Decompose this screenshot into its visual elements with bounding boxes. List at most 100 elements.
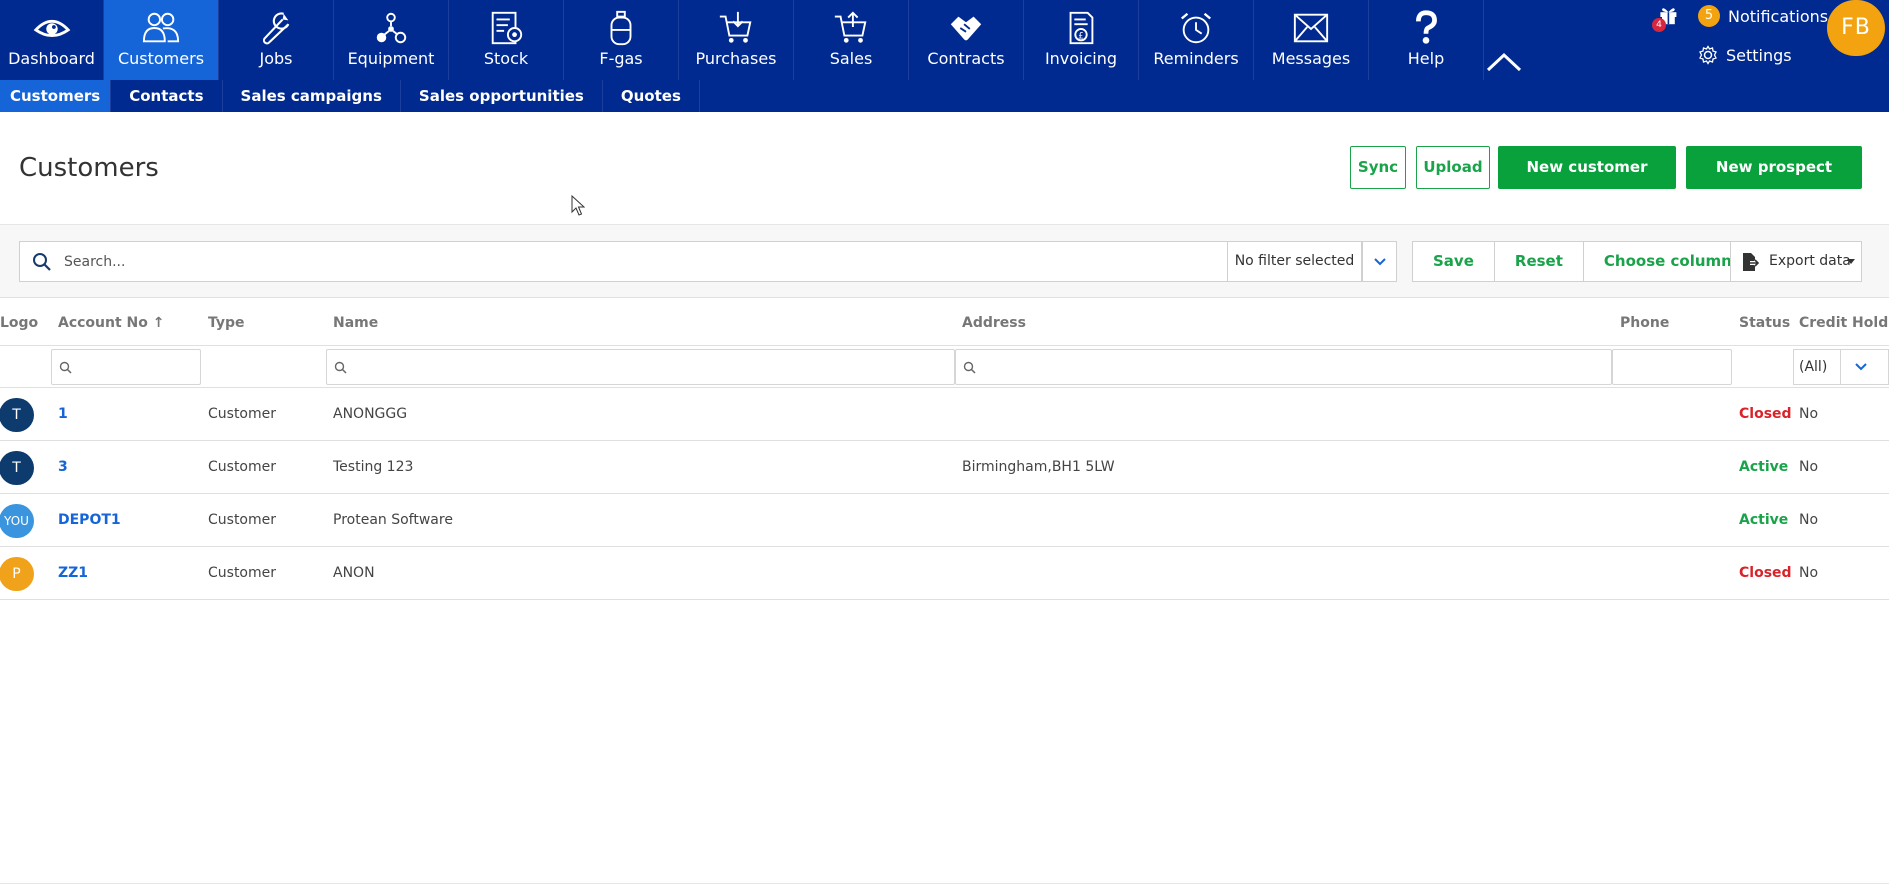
subnav-tab-sales-opportunities[interactable]: Sales opportunities: [401, 80, 603, 112]
status-badge: Closed: [1739, 406, 1792, 422]
nav-label: Invoicing: [1044, 49, 1118, 68]
subnav-tab-quotes[interactable]: Quotes: [603, 80, 700, 112]
table-row[interactable]: T 3 Customer Testing 123 Birmingham,BH1 …: [0, 441, 1889, 494]
gift-count-badge: 4: [1652, 18, 1666, 32]
column-header-address[interactable]: Address: [962, 300, 1026, 346]
collapse-chevron-up-icon[interactable]: [1482, 48, 1526, 76]
phone-filter-input[interactable]: [1617, 351, 1727, 383]
credit-hold-cell: No: [1799, 406, 1819, 422]
reset-view-button[interactable]: Reset: [1495, 242, 1584, 281]
type-cell: Customer: [208, 565, 277, 581]
type-cell: Customer: [208, 459, 277, 475]
molecule-icon: [376, 12, 407, 44]
new-prospect-button[interactable]: New prospect: [1686, 146, 1862, 189]
save-view-button[interactable]: Save: [1413, 242, 1495, 281]
gift-button[interactable]: 4: [1652, 5, 1682, 35]
invoice-icon: £: [1069, 11, 1094, 45]
account-no-filter-input[interactable]: [76, 351, 196, 383]
column-header-phone[interactable]: Phone: [1620, 300, 1669, 346]
search-icon: [59, 361, 72, 374]
nav-item-help[interactable]: Help: [1369, 0, 1484, 80]
name-cell: Testing 123: [333, 459, 414, 475]
column-header-name[interactable]: Name: [333, 300, 378, 346]
search-icon: [33, 253, 51, 271]
settings-link[interactable]: Settings: [1698, 44, 1792, 66]
new-customer-button[interactable]: New customer: [1498, 146, 1676, 189]
table-row[interactable]: T 1 Customer ANONGGG Closed No: [0, 388, 1889, 441]
cart-up-icon: [834, 11, 867, 43]
customer-logo-avatar: T: [0, 398, 34, 432]
nav-label: Equipment: [347, 49, 435, 68]
table-row[interactable]: YOU DEPOT1 Customer Protean Software Act…: [0, 494, 1889, 547]
column-header-account-no[interactable]: Account No ↑: [58, 300, 165, 346]
nav-label: Jobs: [259, 49, 293, 68]
notifications-count-badge: 5: [1698, 5, 1720, 27]
nav-label: Dashboard: [8, 49, 95, 68]
cart-down-icon: [719, 11, 752, 43]
wrench-icon: [262, 12, 290, 45]
nav-item-contracts[interactable]: Contracts: [909, 0, 1024, 80]
table-row[interactable]: P ZZ1 Customer ANON Closed No: [0, 547, 1889, 600]
column-header-credit-hold[interactable]: Credit Hold: [1799, 300, 1888, 346]
nav-item-fgas[interactable]: F-gas: [564, 0, 679, 80]
nav-label: Stock: [483, 49, 529, 68]
search-input[interactable]: [64, 243, 1234, 280]
credit-hold-cell: No: [1799, 565, 1819, 581]
top-navigation-bar: Dashboard Customers Jobs Equipment Stock…: [0, 0, 1889, 80]
type-cell: Customer: [208, 512, 277, 528]
nav-item-invoicing[interactable]: £ Invoicing: [1024, 0, 1139, 80]
credit-hold-filter-dropdown[interactable]: [1840, 349, 1889, 385]
envelope-icon: [1293, 13, 1329, 43]
sync-button[interactable]: Sync: [1350, 146, 1406, 189]
nav-item-equipment[interactable]: Equipment: [334, 0, 449, 80]
nav-item-reminders[interactable]: Reminders: [1139, 0, 1254, 80]
subnav-tab-contacts[interactable]: Contacts: [111, 80, 223, 112]
nav-label: Reminders: [1153, 49, 1239, 68]
nav-item-sales[interactable]: Sales: [794, 0, 909, 80]
credit-hold-cell: No: [1799, 459, 1819, 475]
column-header-account-no-label: Account No: [58, 315, 148, 331]
name-filter: [326, 349, 955, 385]
address-filter: [955, 349, 1612, 385]
notifications-label: Notifications: [1728, 6, 1829, 26]
customer-logo-avatar: P: [0, 557, 34, 591]
sub-navigation-bar: Customers Contacts Sales campaigns Sales…: [0, 80, 1889, 112]
nav-item-messages[interactable]: Messages: [1254, 0, 1369, 80]
alarm-clock-icon: [1180, 12, 1212, 44]
upload-button[interactable]: Upload: [1416, 146, 1490, 189]
type-cell: Customer: [208, 406, 277, 422]
account-no-filter: [51, 349, 201, 385]
filter-select[interactable]: No filter selected: [1228, 241, 1362, 282]
nav-label: Contracts: [927, 49, 1005, 68]
column-header-logo[interactable]: Logo: [0, 300, 38, 346]
mouse-cursor-icon: [571, 195, 585, 216]
nav-label: F-gas: [599, 49, 643, 68]
subnav-tab-sales-campaigns[interactable]: Sales campaigns: [223, 80, 401, 112]
notifications-link[interactable]: 5 Notifications: [1698, 5, 1828, 27]
nav-item-dashboard[interactable]: Dashboard: [0, 0, 104, 80]
column-header-status[interactable]: Status: [1739, 300, 1790, 346]
user-avatar[interactable]: FB: [1827, 0, 1885, 56]
customer-logo-avatar: YOU: [0, 504, 34, 538]
account-no-link[interactable]: 1: [58, 388, 68, 441]
nav-item-jobs[interactable]: Jobs: [219, 0, 334, 80]
filter-dropdown-button[interactable]: [1362, 241, 1397, 282]
nav-item-purchases[interactable]: Purchases: [679, 0, 794, 80]
grid-header-row: Logo Account No ↑ Type Name Address Phon…: [0, 300, 1889, 346]
subnav-tab-customers[interactable]: Customers: [0, 80, 112, 112]
customer-logo-avatar: T: [0, 451, 34, 485]
column-header-type[interactable]: Type: [208, 300, 245, 346]
export-data-button[interactable]: Export data: [1730, 241, 1862, 282]
nav-item-customers[interactable]: Customers: [104, 0, 219, 80]
name-filter-input[interactable]: [351, 351, 950, 383]
address-filter-input[interactable]: [980, 351, 1607, 383]
account-no-link[interactable]: DEPOT1: [58, 494, 121, 547]
caret-down-icon: [1847, 259, 1855, 264]
settings-label: Settings: [1726, 45, 1792, 65]
account-no-link[interactable]: 3: [58, 441, 68, 494]
account-no-link[interactable]: ZZ1: [58, 547, 88, 600]
nav-item-stock[interactable]: Stock: [449, 0, 564, 80]
status-badge: Active: [1739, 512, 1789, 528]
nav-label: Purchases: [695, 49, 777, 68]
chevron-down-icon: [1855, 363, 1867, 371]
